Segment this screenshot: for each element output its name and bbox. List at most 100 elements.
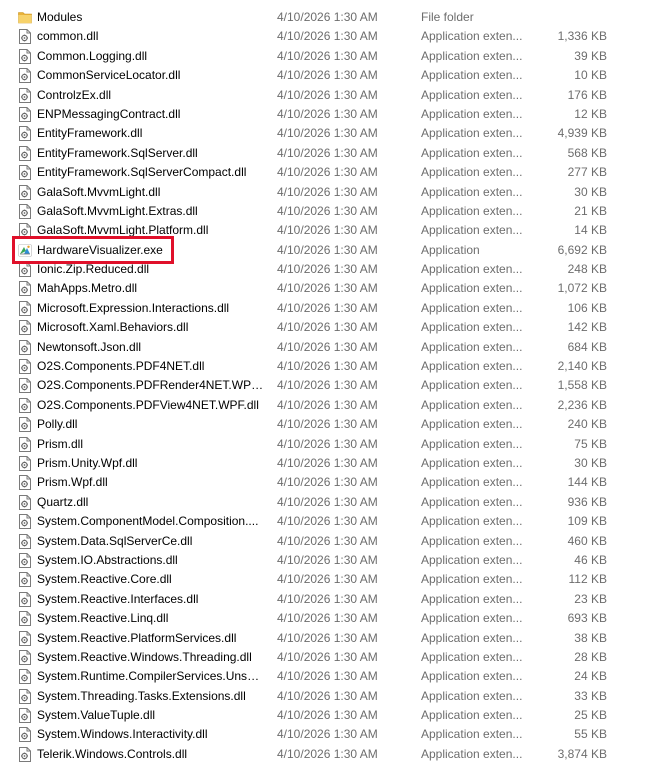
file-size: 142 KB (567, 320, 607, 335)
file-row[interactable]: ControlzEx.dll 4/10/2026 1:30 AM Applicati… (0, 86, 663, 105)
file-row[interactable]: Telerik.Windows.Controls.dll 4/10/2026 1:… (0, 745, 663, 764)
file-name: System.Runtime.CompilerServices.Unsaf... (37, 669, 265, 684)
file-row[interactable]: Prism.Unity.Wpf.dll 4/10/2026 1:30 AM Appl… (0, 454, 663, 473)
file-row[interactable]: Quartz.dll 4/10/2026 1:30 AM Application e… (0, 493, 663, 512)
dll-file-icon (18, 339, 32, 355)
file-row[interactable]: System.Runtime.CompilerServices.Unsaf...… (0, 667, 663, 686)
file-row[interactable]: System.IO.Abstractions.dll 4/10/2026 1:30… (0, 551, 663, 570)
file-name: MahApps.Metro.dll (37, 281, 138, 296)
file-row[interactable]: GalaSoft.MvvmLight.Extras.dll 4/10/2026 1… (0, 202, 663, 221)
file-row[interactable]: System.Reactive.Interfaces.dll 4/10/2026 … (0, 590, 663, 609)
file-size: 21 KB (574, 203, 607, 218)
file-row[interactable]: CommonServiceLocator.dll 4/10/2026 1:30 A… (0, 66, 663, 85)
file-size: 277 KB (567, 165, 607, 180)
dll-file-icon (18, 223, 32, 239)
file-type: Application exten... (421, 29, 523, 44)
file-date-modified: 4/10/2026 1:30 AM (277, 533, 378, 548)
dll-file-icon (18, 708, 32, 724)
file-type: Application exten... (421, 126, 523, 141)
dll-file-icon (18, 184, 32, 200)
file-row[interactable]: HardwareVisualizer.exe 4/10/2026 1:30 AM A… (0, 241, 663, 260)
file-row[interactable]: System.Reactive.Core.dll 4/10/2026 1:30 A… (0, 570, 663, 589)
file-type: Application exten... (421, 378, 523, 393)
file-date-modified: 4/10/2026 1:30 AM (277, 106, 378, 121)
file-date-modified: 4/10/2026 1:30 AM (277, 300, 378, 315)
file-name: Prism.dll (37, 436, 84, 451)
file-row[interactable]: System.Data.SqlServerCe.dll 4/10/2026 1:3… (0, 532, 663, 551)
file-row[interactable]: System.ComponentModel.Composition.... 4/1… (0, 512, 663, 531)
file-date-modified: 4/10/2026 1:30 AM (277, 223, 378, 238)
file-name: ControlzEx.dll (37, 87, 112, 102)
file-row[interactable]: O2S.Components.PDF4NET.dll 4/10/2026 1:30… (0, 357, 663, 376)
file-name: Polly.dll (37, 417, 78, 432)
file-size: 693 KB (567, 611, 607, 626)
file-name: Newtonsoft.Json.dll (37, 339, 142, 354)
file-name: EntityFramework.SqlServerCompact.dll (37, 165, 247, 180)
dll-file-icon (18, 106, 32, 122)
file-row[interactable]: EntityFramework.SqlServer.dll 4/10/2026 1… (0, 144, 663, 163)
file-type: Application exten... (421, 203, 523, 218)
file-row[interactable]: O2S.Components.PDFView4NET.WPF.dll 4/10/2… (0, 396, 663, 415)
dll-file-icon (18, 475, 32, 491)
file-row[interactable]: System.ValueTuple.dll 4/10/2026 1:30 AM Ap… (0, 706, 663, 725)
file-row[interactable]: GalaSoft.MvvmLight.Platform.dll 4/10/2026… (0, 221, 663, 240)
file-name: System.Reactive.Windows.Threading.dll (37, 649, 252, 664)
file-date-modified: 4/10/2026 1:30 AM (277, 669, 378, 684)
file-date-modified: 4/10/2026 1:30 AM (277, 29, 378, 44)
dll-file-icon (18, 68, 32, 84)
file-row[interactable]: Polly.dll 4/10/2026 1:30 AM Application ex… (0, 415, 663, 434)
file-name: Modules (37, 10, 83, 24)
file-row[interactable]: System.Reactive.Linq.dll 4/10/2026 1:30 A… (0, 609, 663, 628)
file-date-modified: 4/10/2026 1:30 AM (277, 475, 378, 490)
dll-file-icon (18, 417, 32, 433)
file-row[interactable]: Newtonsoft.Json.dll 4/10/2026 1:30 AM Appl… (0, 338, 663, 357)
file-row[interactable]: GalaSoft.MvvmLight.dll 4/10/2026 1:30 AM A… (0, 183, 663, 202)
file-date-modified: 4/10/2026 1:30 AM (277, 746, 378, 761)
file-row[interactable]: Microsoft.Expression.Interactions.dll 4/1… (0, 299, 663, 318)
file-name: System.Threading.Tasks.Extensions.dll (37, 688, 246, 703)
file-date-modified: 4/10/2026 1:30 AM (277, 436, 378, 451)
file-date-modified: 4/10/2026 1:30 AM (277, 165, 378, 180)
dll-file-icon (18, 29, 32, 45)
file-row[interactable]: common.dll 4/10/2026 1:30 AM Application e… (0, 27, 663, 46)
folder-icon (18, 10, 32, 25)
file-size: 30 KB (574, 184, 607, 199)
file-row[interactable]: System.Reactive.Windows.Threading.dll 4/1… (0, 648, 663, 667)
dll-file-icon (18, 165, 32, 181)
file-name: common.dll (37, 29, 99, 44)
file-name: System.Reactive.PlatformServices.dll (37, 630, 237, 645)
file-row[interactable]: EntityFramework.SqlServerCompact.dll 4/10… (0, 163, 663, 182)
file-type: Application exten... (421, 514, 523, 529)
file-date-modified: 4/10/2026 1:30 AM (277, 630, 378, 645)
file-name: System.Windows.Interactivity.dll (37, 727, 208, 742)
file-row[interactable]: EntityFramework.dll 4/10/2026 1:30 AM Appl… (0, 124, 663, 143)
dll-file-icon (18, 514, 32, 530)
file-row[interactable]: System.Threading.Tasks.Extensions.dll 4/1… (0, 687, 663, 706)
dll-file-icon (18, 727, 32, 743)
file-size: 6,692 KB (557, 242, 607, 257)
file-row[interactable]: Prism.dll 4/10/2026 1:30 AM Application ex… (0, 435, 663, 454)
file-row[interactable]: System.Reactive.PlatformServices.dll 4/10… (0, 629, 663, 648)
file-date-modified: 4/10/2026 1:30 AM (277, 242, 378, 257)
file-row[interactable]: O2S.Components.PDFRender4NET.WPF.dll 4/10… (0, 376, 663, 395)
dll-file-icon (18, 669, 32, 685)
folder-row[interactable]: Modules 4/10/2026 1:30 AM File folder (0, 8, 663, 27)
file-size: 2,140 KB (557, 359, 607, 374)
file-date-modified: 4/10/2026 1:30 AM (277, 10, 378, 24)
file-size: 240 KB (567, 417, 607, 432)
file-row[interactable]: Microsoft.Xaml.Behaviors.dll 4/10/2026 1:… (0, 318, 663, 337)
file-name: O2S.Components.PDFView4NET.WPF.dll (37, 397, 259, 412)
file-row[interactable]: MahApps.Metro.dll 4/10/2026 1:30 AM Applic… (0, 279, 663, 298)
dll-file-icon (18, 572, 32, 588)
file-type: Application exten... (421, 106, 523, 121)
file-type: Application exten... (421, 339, 523, 354)
file-size: 248 KB (567, 262, 607, 277)
file-size: 1,072 KB (557, 281, 607, 296)
file-size: 33 KB (574, 688, 607, 703)
file-row[interactable]: Ionic.Zip.Reduced.dll 4/10/2026 1:30 AM Ap… (0, 260, 663, 279)
dll-file-icon (18, 300, 32, 316)
file-row[interactable]: Common.Logging.dll 4/10/2026 1:30 AM Appli… (0, 47, 663, 66)
file-row[interactable]: Prism.Wpf.dll 4/10/2026 1:30 AM Applicatio… (0, 473, 663, 492)
file-row[interactable]: ENPMessagingContract.dll 4/10/2026 1:30 A… (0, 105, 663, 124)
file-row[interactable]: System.Windows.Interactivity.dll 4/10/202… (0, 725, 663, 744)
